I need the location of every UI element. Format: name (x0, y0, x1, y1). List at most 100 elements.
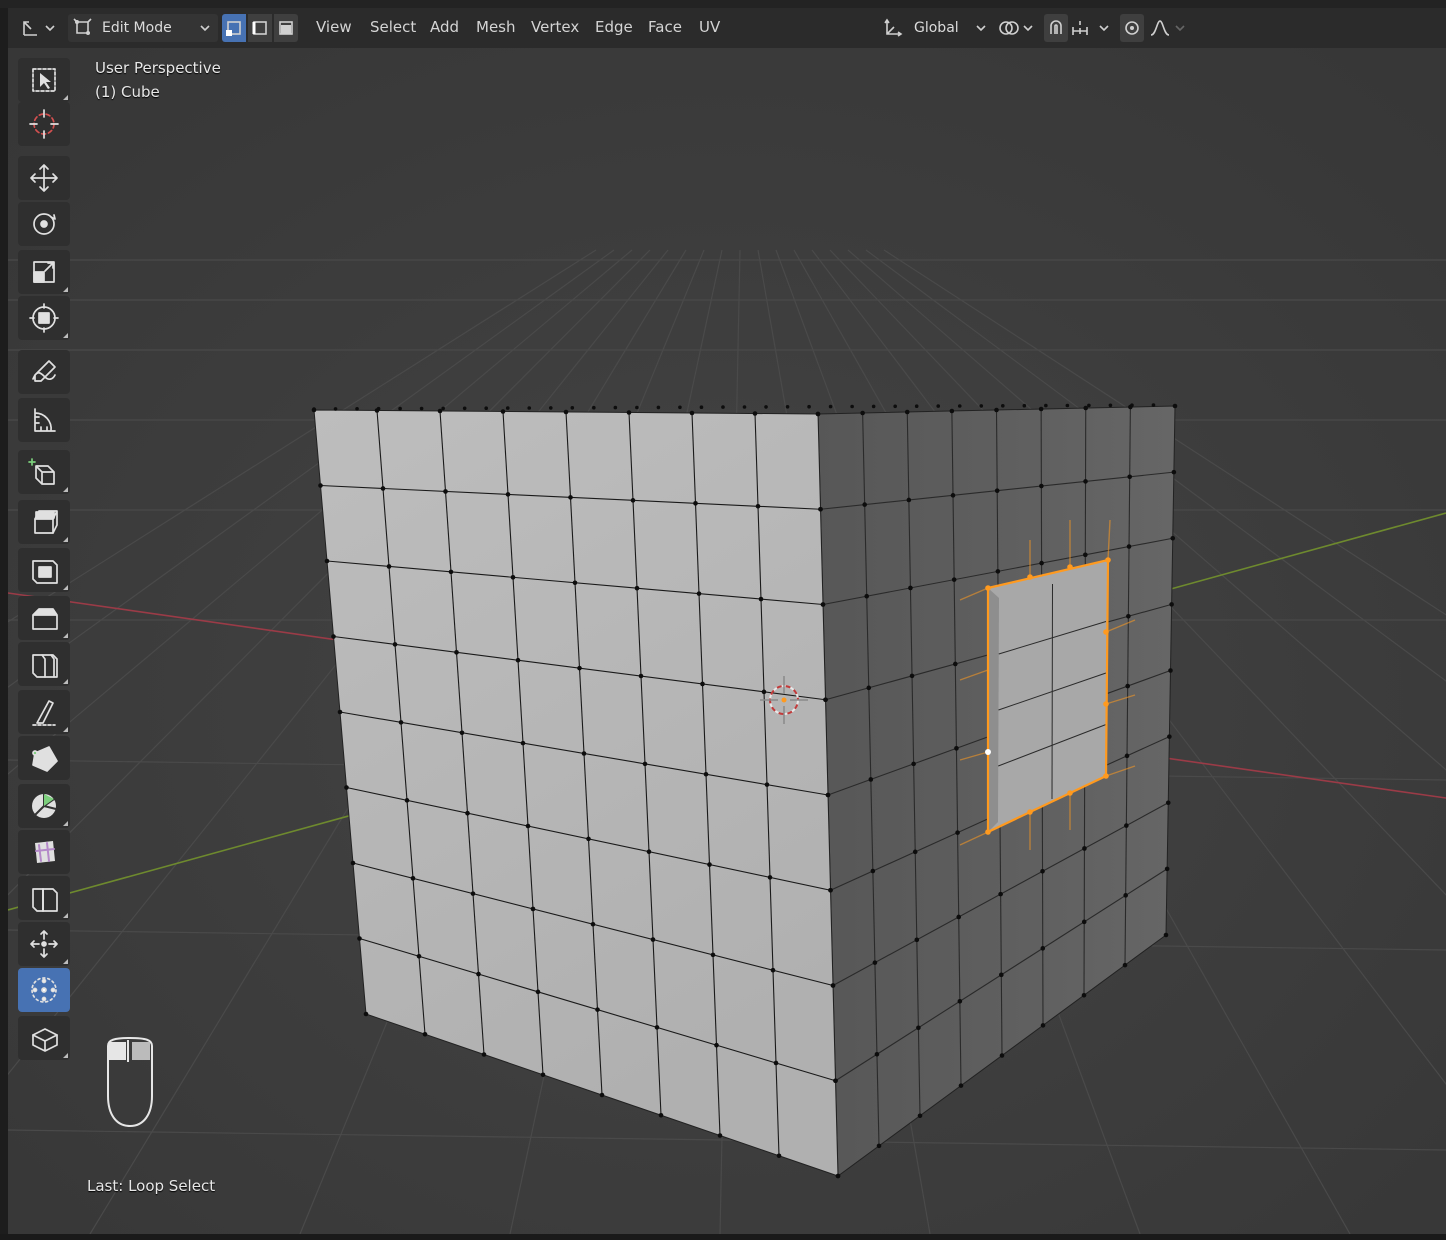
annotate-icon (32, 360, 56, 382)
tool-variants-indicator (63, 679, 68, 684)
edge-select-button[interactable] (248, 14, 272, 42)
tool-variants-indicator (63, 95, 68, 100)
chevron-down-icon (976, 25, 986, 32)
mouse-status-indicator (100, 1036, 160, 1136)
menu-edge[interactable]: Edge (595, 18, 633, 36)
orientation-label: Global (914, 20, 959, 36)
move-icon (30, 164, 58, 192)
proportional-editing-icon (1125, 21, 1139, 35)
measure-icon (34, 408, 56, 432)
tool-variants-indicator (63, 537, 68, 542)
viewport-scene (8, 48, 1446, 1234)
edit-mode-icon (73, 18, 92, 35)
extrude-icon (34, 510, 58, 534)
pivot-point-selector[interactable] (996, 14, 1036, 42)
transform-icon (29, 303, 59, 333)
snap-increment-icon (1072, 21, 1109, 35)
bevel-tool[interactable] (18, 596, 70, 640)
editor-type-button[interactable] (16, 14, 60, 42)
rip-region-tool[interactable] (18, 1016, 70, 1060)
edge-select-icon (252, 21, 267, 35)
menu-add[interactable]: Add (430, 18, 459, 36)
extrude-region-tool[interactable] (18, 500, 70, 544)
mode-selector[interactable]: Edit Mode (68, 14, 218, 42)
proportional-falloff-icon (1150, 20, 1185, 36)
status-bar (0, 1234, 1446, 1240)
measure-tool[interactable] (18, 398, 70, 442)
rotate-icon (33, 213, 56, 235)
mouse-icon (107, 1036, 153, 1128)
menu-vertex[interactable]: Vertex (531, 18, 579, 36)
menu-mesh[interactable]: Mesh (476, 18, 516, 36)
menu-uv[interactable]: UV (699, 18, 720, 36)
cursor-icon (29, 109, 59, 139)
inset-faces-tool[interactable] (18, 548, 70, 592)
move-tool[interactable] (18, 156, 70, 200)
tool-variants-indicator (63, 727, 68, 732)
tool-variants-indicator (63, 333, 68, 338)
rip-icon (32, 1028, 58, 1052)
select-box-icon (32, 68, 56, 92)
object-label: (1) Cube (95, 83, 160, 101)
shrink-fatten-icon (30, 930, 58, 958)
scale-tool[interactable] (18, 250, 70, 294)
proportional-editing-toggle[interactable] (1120, 14, 1144, 42)
snap-toggle[interactable] (1044, 14, 1068, 42)
spin-icon (32, 793, 57, 818)
mode-label: Edit Mode (102, 20, 172, 36)
shrink-fatten-tool[interactable] (18, 922, 70, 966)
poly-build-icon (32, 746, 58, 772)
tool-variants-indicator (63, 1053, 68, 1058)
add-cube-icon (28, 458, 55, 485)
loop-cut-icon (32, 654, 58, 678)
cursor-tool[interactable] (18, 102, 70, 146)
menu-view[interactable]: View (316, 18, 352, 36)
tool-shelf (18, 58, 72, 1062)
3d-viewport[interactable] (8, 48, 1446, 1234)
chevron-down-icon (200, 25, 210, 32)
last-operation-label: Last: Loop Select (87, 1177, 216, 1195)
pivot-point-icon (999, 21, 1033, 35)
spin-tool[interactable] (18, 784, 70, 828)
scale-icon (33, 261, 55, 283)
tool-variants-indicator (63, 287, 68, 292)
vertex-select-button[interactable] (222, 14, 246, 42)
viewport-header: Edit Mode View Select Add Mesh Vertex Ed… (8, 8, 1446, 48)
bevel-icon (32, 608, 58, 630)
select-box-tool[interactable] (18, 58, 70, 102)
tool-variants-indicator (63, 959, 68, 964)
transform-orientation-selector[interactable]: Global (882, 14, 988, 42)
annotate-tool[interactable] (18, 350, 70, 394)
face-select-button[interactable] (274, 14, 298, 42)
knife-tool[interactable] (18, 690, 70, 734)
smooth-icon (35, 841, 55, 863)
snap-target-selector[interactable] (1070, 14, 1112, 42)
edge-slide-tool[interactable] (18, 876, 70, 920)
face-select-icon (279, 21, 293, 35)
tool-variants-indicator (63, 821, 68, 826)
vertex-select-icon (226, 21, 241, 36)
view-label: User Perspective (95, 59, 221, 77)
transform-tool[interactable] (18, 296, 70, 340)
tool-variants-indicator (63, 585, 68, 590)
poly-build-tool[interactable] (18, 736, 70, 780)
edge-slide-icon (32, 888, 58, 912)
loop-cut-tool[interactable] (18, 642, 70, 686)
inset-icon (32, 560, 58, 584)
tool-variants-indicator (63, 487, 68, 492)
tool-variants-indicator (63, 913, 68, 918)
knife-icon (32, 700, 56, 726)
menu-face[interactable]: Face (648, 18, 682, 36)
editor-type-icon (23, 21, 55, 36)
tool-variants-indicator (63, 633, 68, 638)
smooth-tool[interactable] (18, 830, 70, 874)
menu-select[interactable]: Select (370, 18, 416, 36)
transform-orientation-icon (884, 18, 903, 37)
snap-icon (1050, 20, 1062, 34)
to-sphere-icon (31, 977, 57, 1003)
workspace-tabs-strip (0, 0, 1446, 8)
to-sphere-tool[interactable] (18, 968, 70, 1012)
add-cube-tool[interactable] (18, 450, 70, 494)
rotate-tool[interactable] (18, 202, 70, 246)
proportional-falloff-selector[interactable] (1148, 14, 1188, 42)
